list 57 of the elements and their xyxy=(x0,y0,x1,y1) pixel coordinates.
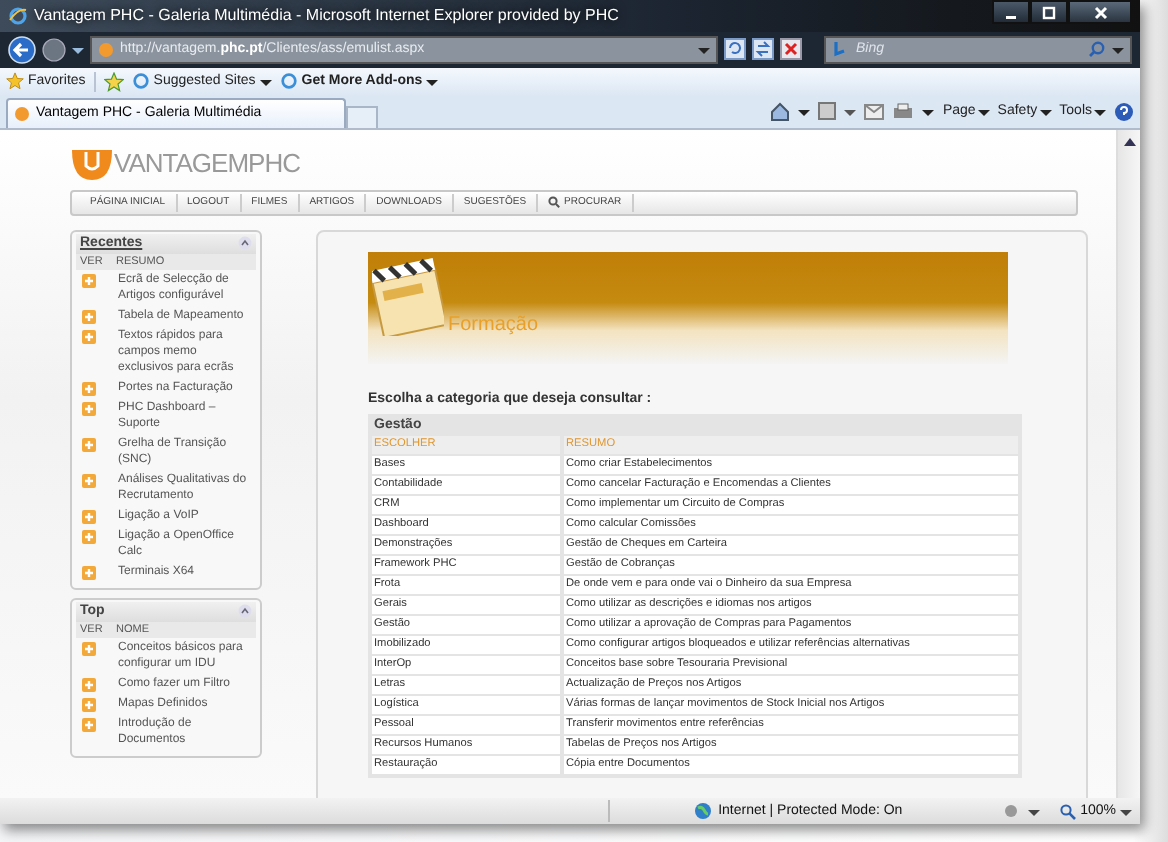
stop-icon[interactable] xyxy=(780,38,802,61)
dropdown-icon[interactable] xyxy=(1028,805,1041,818)
window-title: Vantagem PHC - Galeria Multimédia - Microsoft Internet Explorer provided by PHC xyxy=(34,6,619,25)
logo-text: VANTAGEMPHC xyxy=(114,148,300,179)
plus-icon[interactable] xyxy=(82,717,96,732)
minimize-button[interactable] xyxy=(992,0,1030,25)
plus-icon[interactable] xyxy=(82,641,96,656)
caret-icon xyxy=(426,75,439,88)
caret-icon xyxy=(977,105,990,118)
banner-title: Formação xyxy=(448,313,539,336)
plus-icon[interactable] xyxy=(82,677,96,692)
maximize-button[interactable] xyxy=(1030,0,1068,25)
dropdown-icon[interactable] xyxy=(798,105,811,118)
browser-logo-icon xyxy=(131,72,150,91)
zoom-icon xyxy=(1060,803,1077,820)
scroll-up-icon[interactable] xyxy=(1123,137,1135,146)
back-icon[interactable] xyxy=(8,35,36,64)
plus-icon[interactable] xyxy=(82,401,96,416)
plus-icon[interactable] xyxy=(82,309,96,324)
dropdown-icon[interactable] xyxy=(1112,43,1124,56)
dropdown-icon[interactable] xyxy=(844,105,857,118)
dropdown-icon[interactable] xyxy=(922,105,935,118)
close-button[interactable] xyxy=(1068,0,1132,25)
plus-icon[interactable] xyxy=(82,697,96,712)
refresh-icon[interactable] xyxy=(752,38,774,61)
caret-icon xyxy=(1120,805,1132,818)
add-favorite-icon[interactable] xyxy=(103,71,124,92)
star-icon xyxy=(6,72,24,91)
plus-icon[interactable] xyxy=(82,273,96,288)
browser-logo-icon xyxy=(279,72,298,91)
maximize-icon xyxy=(1042,5,1056,20)
collapse-icon[interactable] xyxy=(238,236,252,251)
close-icon xyxy=(1093,5,1107,20)
logo-icon xyxy=(70,145,114,182)
mail-icon[interactable] xyxy=(864,103,885,120)
scrollbar[interactable] xyxy=(1116,129,1140,799)
caret-icon xyxy=(1094,105,1106,118)
bing-logo-icon xyxy=(832,40,850,59)
plus-icon[interactable] xyxy=(82,437,96,452)
caret-icon xyxy=(259,75,272,88)
search-icon xyxy=(548,196,561,209)
collapse-icon[interactable] xyxy=(238,604,252,619)
caret-icon xyxy=(1039,105,1052,118)
plus-icon[interactable] xyxy=(82,473,96,488)
help-icon[interactable] xyxy=(1114,101,1134,122)
clapperboard-drawing xyxy=(372,255,444,336)
plus-icon[interactable] xyxy=(82,565,96,580)
print-icon[interactable] xyxy=(892,101,915,122)
plus-icon[interactable] xyxy=(82,509,96,524)
plus-icon[interactable] xyxy=(82,381,96,396)
plus-icon[interactable] xyxy=(82,529,96,544)
globe-icon xyxy=(694,802,713,821)
browser-logo-icon xyxy=(8,5,28,26)
dropdown-icon[interactable] xyxy=(72,43,84,56)
dropdown-icon[interactable] xyxy=(698,43,710,56)
plus-icon[interactable] xyxy=(82,329,96,344)
home-icon[interactable] xyxy=(770,101,791,122)
